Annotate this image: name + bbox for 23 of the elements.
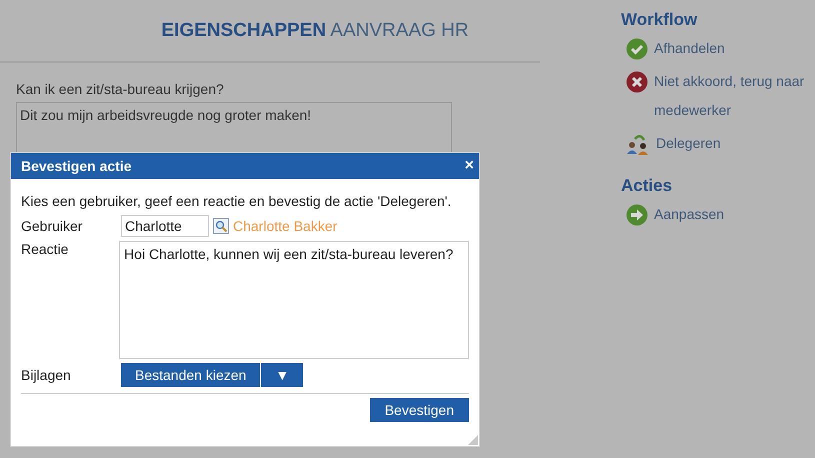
- confirm-button[interactable]: Bevestigen: [370, 398, 469, 422]
- action-link[interactable]: Afhandelen: [654, 34, 725, 63]
- close-button[interactable]: ×: [464, 157, 474, 175]
- field-label: Bijlagen: [21, 367, 72, 383]
- check-icon: [626, 38, 648, 60]
- people-icon: [626, 133, 650, 155]
- field-label: Gebruiker: [21, 218, 84, 234]
- action-link[interactable]: Delegeren: [656, 129, 721, 158]
- page-title: EIGENSCHAPPEN AANVRAAG HR: [161, 20, 469, 42]
- dropdown-button[interactable]: ▼: [261, 363, 304, 387]
- question-label: Kan ik een zit/sta-bureau krijgen?: [16, 81, 225, 97]
- action-link[interactable]: Aanpassen: [654, 200, 724, 229]
- reaction-field[interactable]: Hoi Charlotte, kunnen wij een zit/sta-bureau leveren?: [119, 241, 469, 359]
- choose-files-button[interactable]: Bestanden kiezen: [121, 363, 260, 387]
- search-icon[interactable]: [213, 218, 229, 234]
- resize-grip-icon[interactable]: [468, 435, 478, 445]
- section-heading: Acties: [621, 176, 674, 196]
- section-heading: Workflow: [621, 10, 698, 30]
- cross-icon: [626, 71, 648, 93]
- field-label: Reactie: [21, 241, 70, 257]
- instruction-text: Kies een gebruiker, geef een reactie en bevestig de actie 'Delegeren'.: [21, 193, 452, 209]
- user-field[interactable]: Charlotte: [121, 215, 209, 237]
- action-link[interactable]: Niet akkoord, terug naar medewerker: [654, 67, 811, 125]
